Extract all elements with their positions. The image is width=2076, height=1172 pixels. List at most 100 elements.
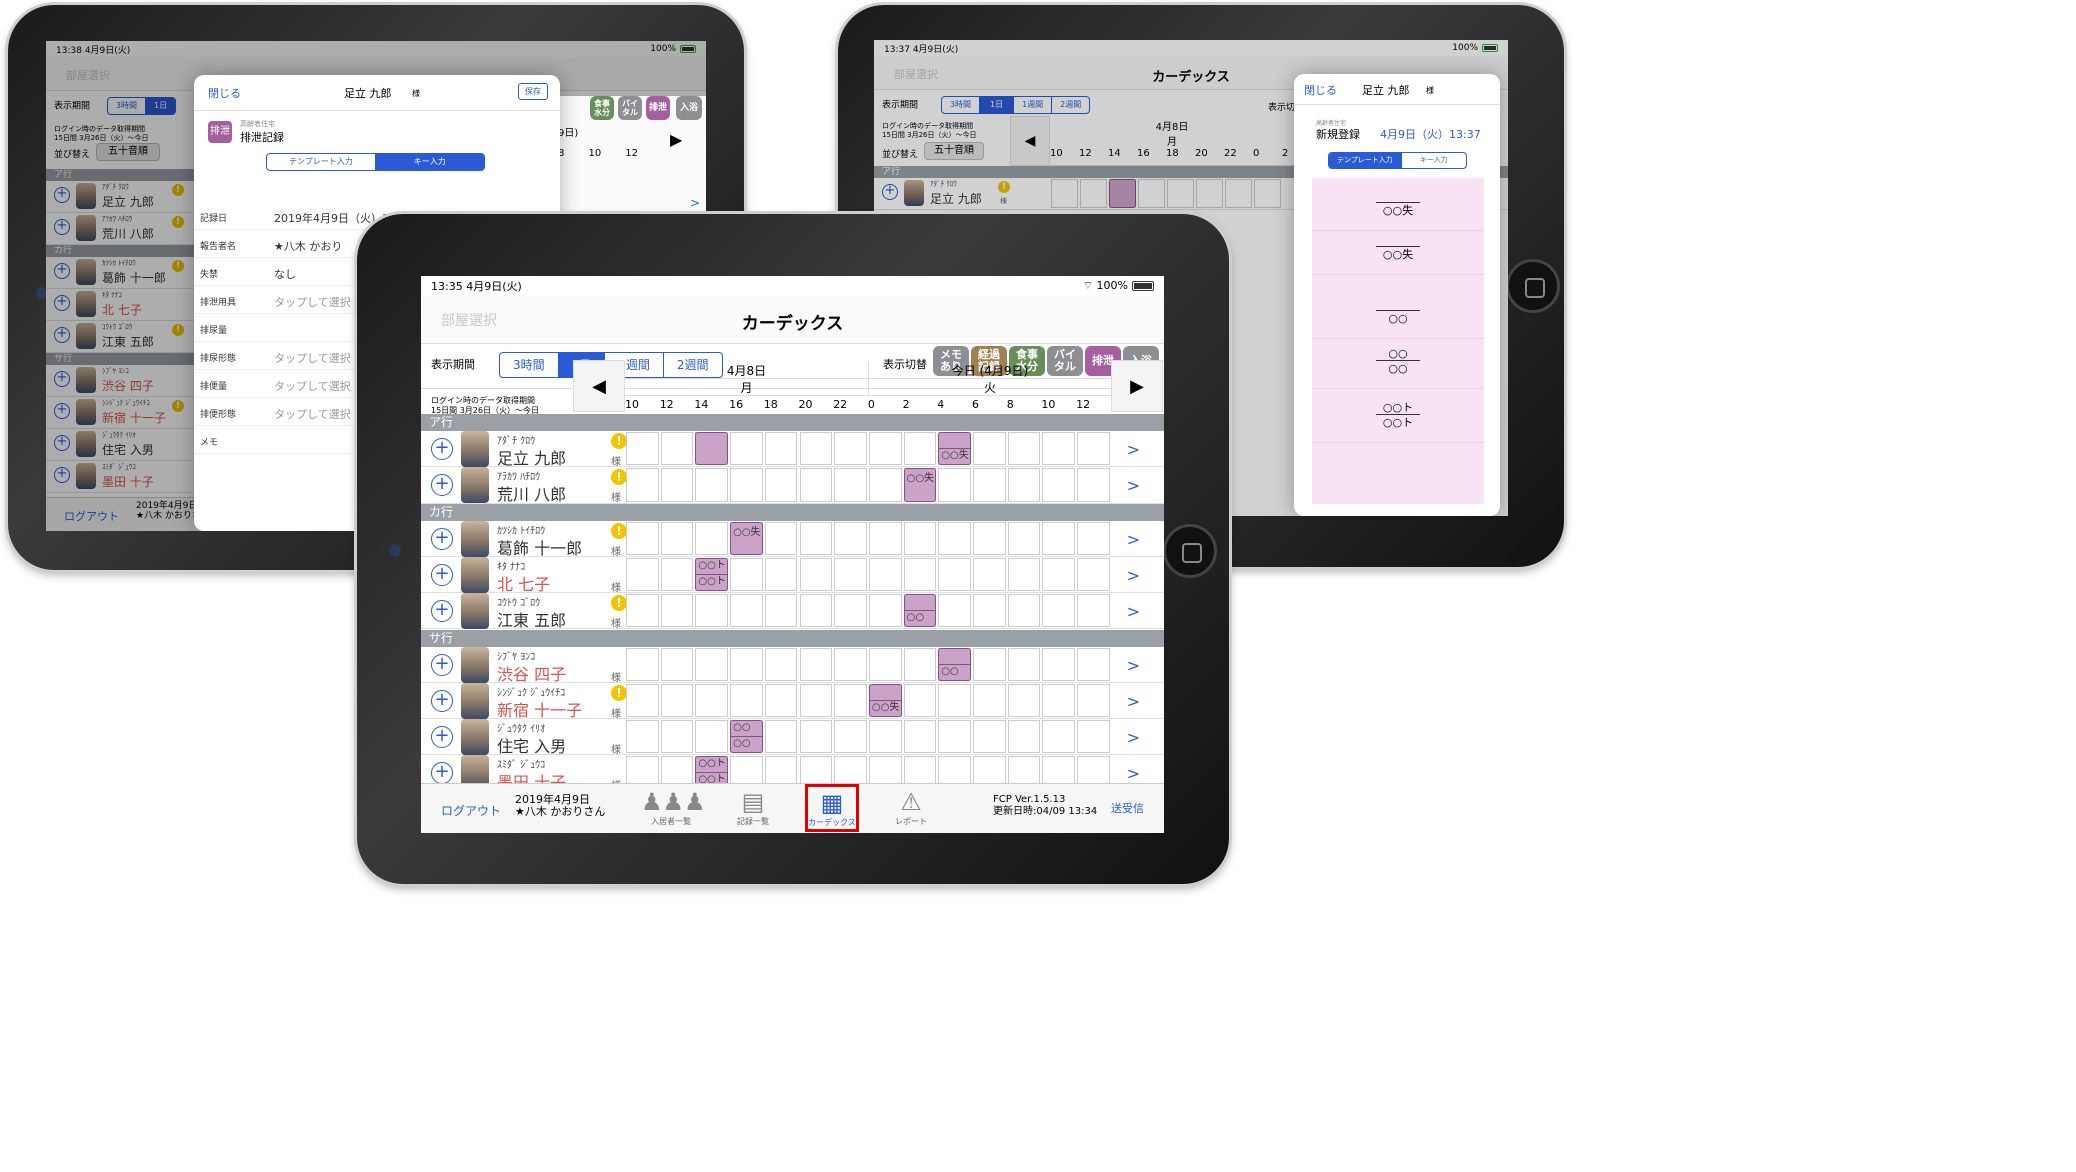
time-cell[interactable] [764, 683, 798, 718]
add-record-icon[interactable]: + [431, 474, 453, 497]
time-cell[interactable] [1077, 521, 1110, 555]
time-cell[interactable] [799, 683, 833, 718]
time-cell[interactable] [660, 647, 694, 681]
time-cell[interactable] [1042, 557, 1076, 592]
time-cell[interactable] [1077, 683, 1110, 718]
time-cell[interactable] [626, 432, 659, 466]
time-cell[interactable] [834, 720, 867, 754]
add-record-icon[interactable]: + [431, 726, 453, 749]
time-cell[interactable] [695, 594, 729, 628]
save-button[interactable]: 保存 [518, 83, 548, 100]
time-cell[interactable] [1042, 683, 1076, 718]
time-cell[interactable] [973, 683, 1006, 718]
close-button[interactable]: 閉じる [1304, 82, 1337, 98]
row-chevron[interactable]: > [1127, 440, 1140, 459]
time-cell[interactable] [730, 647, 763, 681]
time-cell[interactable] [695, 647, 729, 681]
time-cell[interactable] [834, 521, 867, 555]
time-cell[interactable] [764, 557, 798, 592]
time-cell[interactable] [764, 720, 798, 754]
time-cell[interactable] [868, 647, 902, 681]
time-cell[interactable] [764, 468, 798, 502]
time-cell[interactable] [660, 683, 694, 718]
sync-button[interactable]: 送受信 [1111, 800, 1144, 816]
time-cell[interactable] [903, 521, 937, 555]
time-cell[interactable] [903, 647, 937, 681]
time-cell[interactable] [973, 468, 1006, 502]
time-cell[interactable] [868, 594, 902, 628]
time-cell[interactable] [799, 432, 833, 466]
time-cell[interactable] [1077, 557, 1110, 592]
template-input-tab[interactable]: テンプレート入力 [1329, 153, 1401, 168]
time-cell[interactable] [764, 594, 798, 628]
row-chevron[interactable]: > [1127, 728, 1140, 747]
time-cell[interactable] [973, 432, 1006, 466]
time-cell[interactable] [938, 468, 971, 502]
period-3h[interactable]: 3時間 [500, 353, 558, 377]
add-record-icon[interactable]: + [431, 563, 453, 586]
time-cell[interactable] [799, 647, 833, 681]
time-cell[interactable] [1007, 557, 1041, 592]
time-cell[interactable] [834, 594, 867, 628]
time-cell[interactable] [764, 647, 798, 681]
resident-name[interactable]: 荒川 八郎 [497, 481, 566, 505]
next-arrow[interactable]: ▶ [670, 130, 682, 149]
excretion-event[interactable]: ○○失 [903, 468, 937, 502]
time-cell[interactable] [626, 647, 659, 681]
time-cell[interactable] [938, 594, 971, 628]
time-cell[interactable] [1007, 468, 1041, 502]
time-cell[interactable] [1077, 594, 1110, 628]
time-cell[interactable] [903, 432, 937, 466]
time-cell[interactable] [834, 647, 867, 681]
time-cell[interactable] [868, 521, 902, 555]
time-cell[interactable] [868, 468, 902, 502]
time-cell[interactable] [764, 432, 798, 466]
time-cell[interactable] [695, 720, 729, 754]
resident-name[interactable]: 足立 九郎 [497, 445, 566, 469]
time-cell[interactable] [1042, 594, 1076, 628]
time-cell[interactable] [695, 468, 729, 502]
row-chevron[interactable]: > [1127, 602, 1140, 621]
time-cell[interactable] [973, 720, 1006, 754]
time-cell[interactable] [938, 557, 971, 592]
resident-row[interactable]: + ｶﾂｼｶ ﾄｲﾁﾛｳ 葛飾 十一郎! 様 ○○失 > [421, 520, 1164, 558]
excretion-event[interactable]: ○○ト ○○ト [695, 557, 729, 592]
time-cell[interactable] [868, 720, 902, 754]
time-cell[interactable] [1077, 468, 1110, 502]
time-cell[interactable] [764, 521, 798, 555]
resident-row[interactable]: + ｷﾀ ﾅﾅｺ北 七子様 ○○ト ○○ト > [421, 556, 1164, 595]
time-cell[interactable] [730, 683, 763, 718]
excretion-event[interactable]: ○○ [938, 647, 971, 681]
field-value[interactable]: タップして選択 [274, 406, 351, 422]
key-input-tab[interactable]: キー入力 [1400, 153, 1466, 168]
time-cell[interactable] [1007, 432, 1041, 466]
time-cell[interactable] [834, 557, 867, 592]
time-cell[interactable] [868, 557, 902, 592]
time-cell[interactable] [730, 557, 763, 592]
record-datetime[interactable]: 4月9日（火）13:37 [1380, 126, 1481, 142]
time-cell[interactable] [626, 468, 659, 502]
row-chevron[interactable]: > [1127, 476, 1140, 495]
time-cell[interactable] [1077, 432, 1110, 466]
row-chevron[interactable]: > [1127, 656, 1140, 675]
time-cell[interactable] [973, 594, 1006, 628]
time-cell[interactable] [660, 521, 694, 555]
tab-records[interactable]: ▤ 記録一覧 [723, 788, 783, 827]
time-cell[interactable] [1007, 647, 1041, 681]
resident-name[interactable]: 江東 五郎 [497, 607, 566, 631]
template-option[interactable]: ○○ト ○○ト [1312, 400, 1484, 430]
close-button[interactable]: 閉じる [208, 85, 241, 101]
key-input-tab[interactable]: キー入力 [374, 154, 484, 170]
row-chevron[interactable]: > [1127, 764, 1140, 783]
resident-name[interactable]: 北 七子 [497, 571, 550, 595]
time-cell[interactable] [626, 557, 659, 592]
row-chevron[interactable]: > [1127, 692, 1140, 711]
time-cell[interactable] [799, 521, 833, 555]
time-cell[interactable] [834, 468, 867, 502]
add-record-icon[interactable]: + [431, 653, 453, 676]
time-cell[interactable] [903, 683, 937, 718]
time-cell[interactable] [973, 521, 1006, 555]
time-cell[interactable] [626, 594, 659, 628]
time-cell[interactable] [868, 432, 902, 466]
add-record-icon[interactable]: + [431, 438, 453, 460]
